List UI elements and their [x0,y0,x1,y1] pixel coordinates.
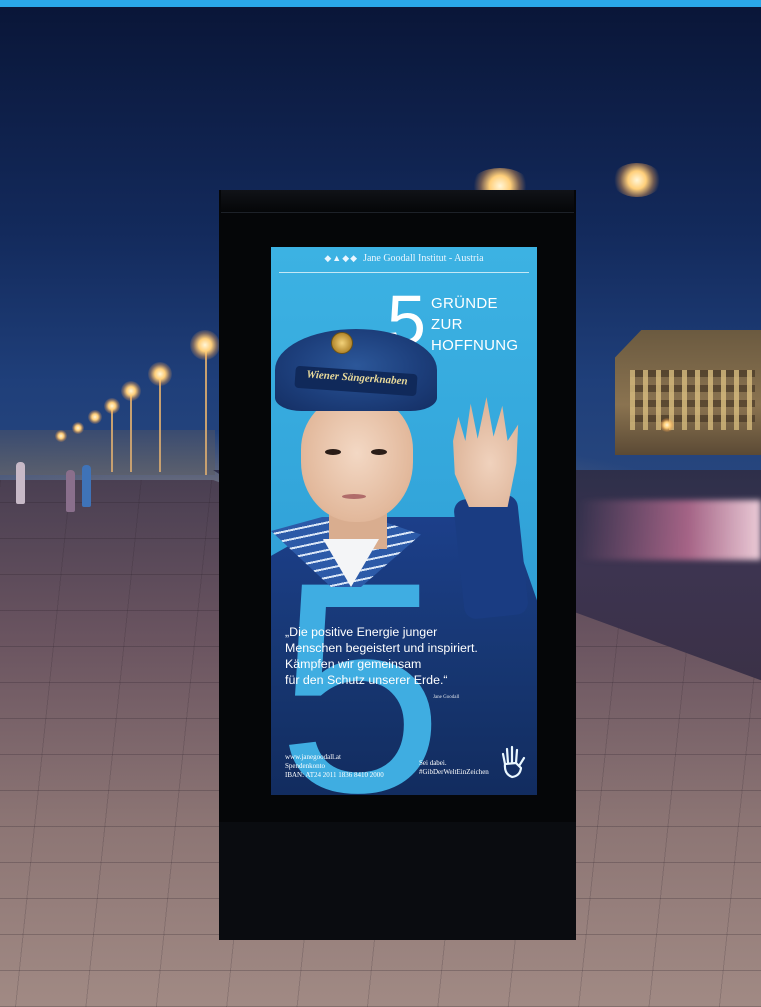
animal-logo-icon: ◆▲◆◆ [324,253,359,263]
footer-slogan: Sei dabei. #GibDerWeltEinZeichen [419,759,489,777]
street-lamp [121,381,141,401]
cap-badge-icon [331,332,353,354]
hashtag: #GibDerWeltEinZeichen [419,768,489,776]
poster-screen: ◆▲◆◆ Jane Goodall Institut - Austria 5 GR… [271,247,537,795]
mouth [342,494,366,499]
boy-face [301,397,413,522]
street-lamp [55,430,67,442]
street-lamp [88,410,102,424]
lamp-pole [130,390,132,472]
street-lamp [612,163,662,197]
website: www.janegoodall.at [285,753,341,761]
boy-raised-arm [452,493,530,621]
pedestrian [16,462,25,504]
iban: IBAN: AT24 2011 1836 8410 2000 [285,771,384,779]
kiosk-cap [221,190,574,213]
lamp-pole [205,345,207,475]
headline-line-2: ZUR [431,316,463,333]
eye [325,449,341,455]
street-lamp [148,362,172,386]
quote-line: Menschen begeistert und inspiriert. [285,641,478,655]
quote-line: „Die positive Energie junger [285,625,438,639]
traffic-light-streak [578,500,761,560]
slogan: Sei dabei. [419,759,447,767]
quote: „Die positive Energie junger Menschen be… [285,624,533,688]
organization-name: Jane Goodall Institut - Austria [363,253,484,264]
quote-line: Kämpfen wir gemeinsam [285,657,422,671]
quote-line: für den Schutz unserer Erde.“ [285,673,448,687]
distant-buildings [0,430,215,475]
quote-author: Jane Goodall [433,695,460,700]
lamp-pole [159,372,161,472]
street-lamp [660,418,674,432]
street-lamp [104,398,120,414]
eye [371,449,387,455]
night-street-scene: ◆▲◆◆ Jane Goodall Institut - Austria 5 GR… [0,0,761,1007]
kiosk-base [219,822,576,940]
hand-icon [501,745,526,779]
donation-label: Spendenkonto [285,762,326,770]
top-strip [0,0,761,7]
street-lamp [190,330,220,360]
poster-header: ◆▲◆◆ Jane Goodall Institut - Austria [271,253,537,264]
headline-line-1: GRÜNDE [431,295,498,312]
building-windows [630,370,755,430]
lamp-pole [111,405,113,472]
footer-contact: www.janegoodall.at Spendenkonto IBAN: AT… [285,753,384,780]
pedestrian [82,465,91,507]
pedestrian [66,470,75,512]
headline-line-3: HOFFNUNG [431,337,519,354]
street-lamp [72,422,84,434]
header-divider [279,272,529,273]
raised-hand [453,397,519,507]
